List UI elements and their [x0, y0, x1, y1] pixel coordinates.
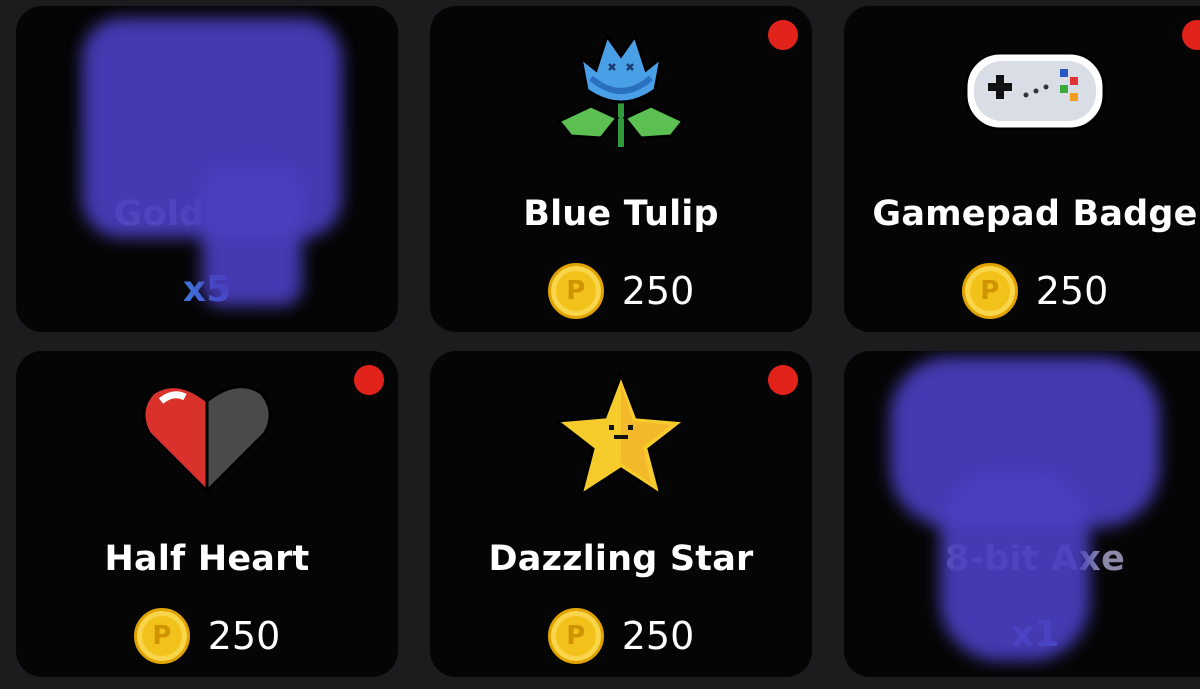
- item-name: Gamepad Badge: [872, 194, 1198, 234]
- item-price: P 250: [844, 261, 1200, 321]
- item-card-gamepad-badge[interactable]: Gamepad Badge P 250: [844, 6, 1200, 332]
- item-card-half-heart[interactable]: Half Heart P 250: [16, 351, 398, 677]
- blue-tulip-icon: [430, 26, 812, 156]
- gamepad-icon: [844, 26, 1200, 156]
- item-price: P 250: [16, 606, 398, 666]
- item-card-gold-star[interactable]: Gold Star x5: [16, 6, 398, 332]
- blur-overlay: [202, 166, 302, 306]
- item-card-dazzling-star[interactable]: Dazzling Star P 250: [430, 351, 812, 677]
- item-name: Dazzling Star: [488, 539, 754, 579]
- item-card-blue-tulip[interactable]: Blue Tulip P 250: [430, 6, 812, 332]
- coin-icon: P: [547, 263, 604, 319]
- price-value: 250: [1035, 269, 1109, 313]
- item-card-8bit-axe[interactable]: 8-bit Axe x1: [844, 351, 1200, 677]
- item-name: Blue Tulip: [523, 194, 719, 234]
- coin-icon: P: [133, 608, 190, 664]
- coin-icon: P: [961, 263, 1018, 319]
- item-name: Half Heart: [104, 539, 310, 579]
- half-heart-icon: [16, 371, 398, 501]
- dazzling-star-icon: [430, 371, 812, 501]
- price-value: 250: [621, 614, 695, 658]
- coin-icon: P: [547, 608, 604, 664]
- price-value: 250: [207, 614, 281, 658]
- item-price: P 250: [430, 606, 812, 666]
- price-value: 250: [621, 269, 695, 313]
- blur-overlay: [940, 471, 1090, 661]
- item-price: P 250: [430, 261, 812, 321]
